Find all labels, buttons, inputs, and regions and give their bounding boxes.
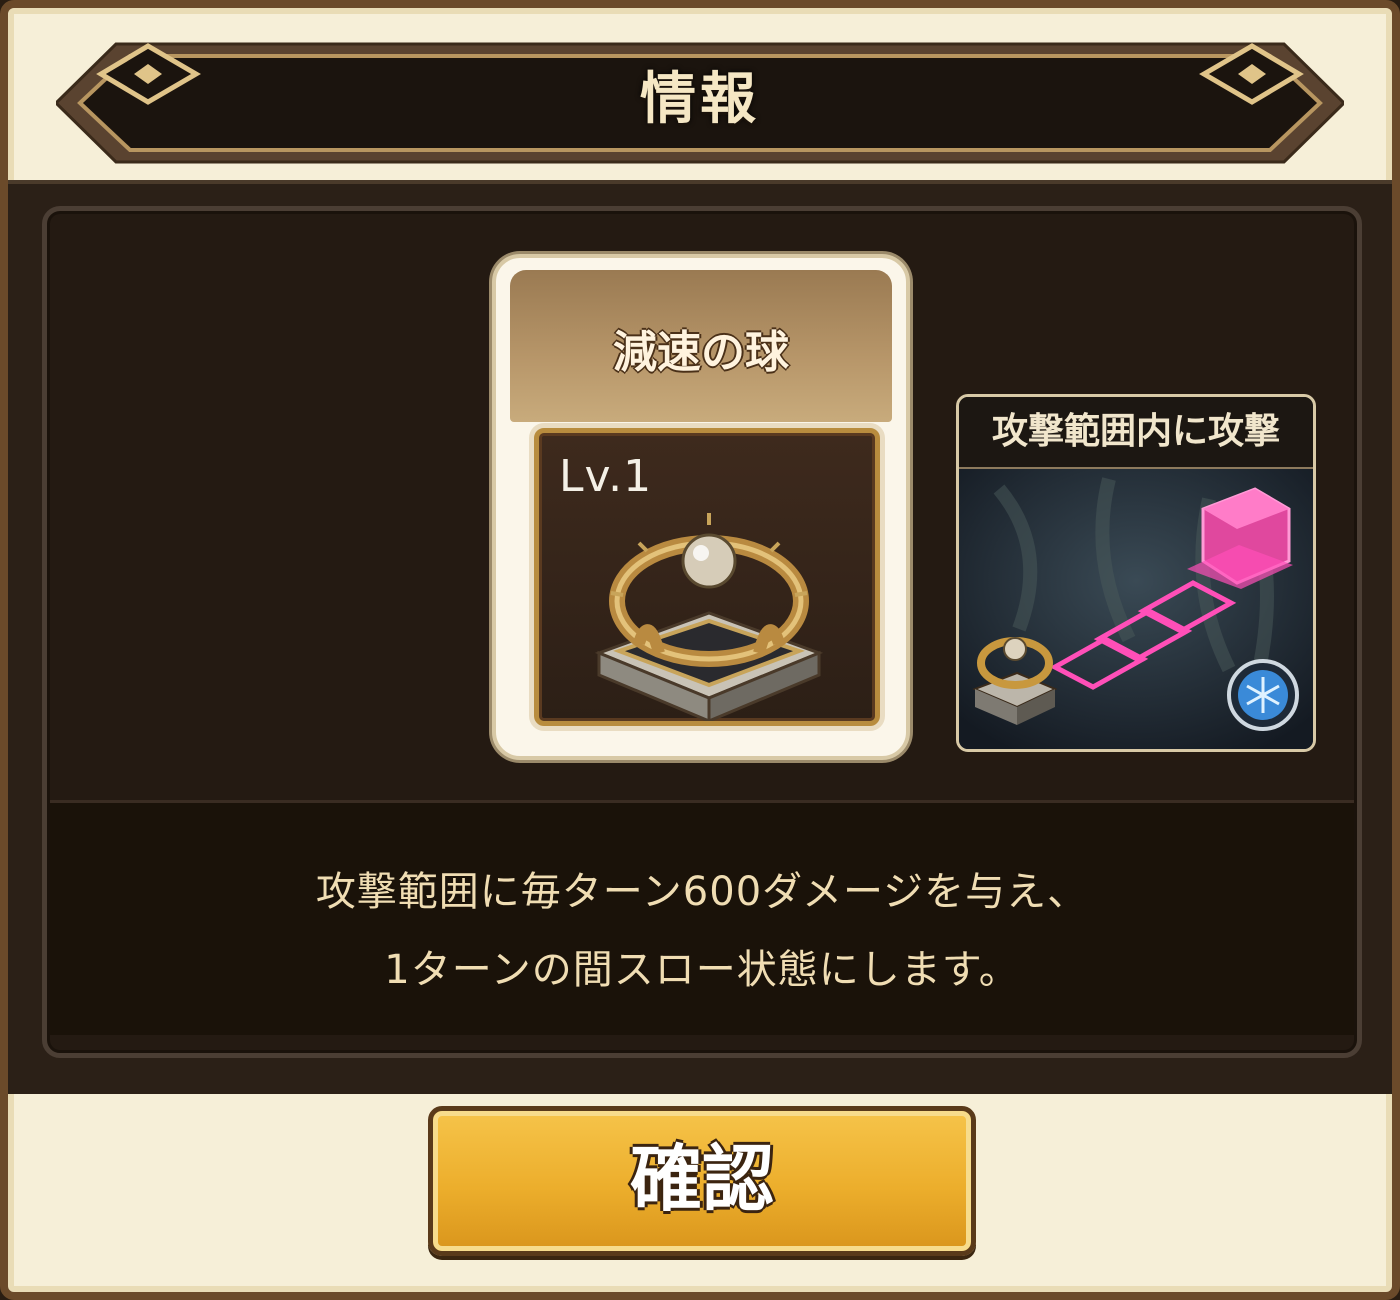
description-box: 攻撃範囲に毎ターン600ダメージを与え、 1ターンの間スロー状態にします。: [50, 800, 1354, 1035]
dialog-title: 情報: [640, 67, 760, 132]
description-line-2: 1ターンの間スロー状態にします。: [384, 947, 1020, 993]
item-card: 減速の球 Lv.1: [492, 254, 910, 760]
snowflake-icon: [1227, 659, 1299, 731]
item-name: 減速の球: [613, 327, 789, 378]
preview-title: 攻撃範囲内に攻撃: [959, 397, 1313, 469]
dialog-header: 情報: [56, 42, 1344, 164]
description-line-1: 攻撃範囲に毎ターン600ダメージを与え、: [315, 869, 1089, 915]
orb-tower-icon: [594, 513, 824, 721]
item-image-frame: Lv.1: [534, 428, 880, 726]
attack-range-illustration: [959, 469, 1313, 749]
confirm-button-label: 確認: [629, 1137, 774, 1221]
item-card-header: 減速の球: [510, 270, 892, 422]
confirm-button[interactable]: 確認: [428, 1106, 976, 1256]
item-level: Lv.1: [559, 451, 653, 502]
attack-range-preview: 攻撃範囲内に攻撃: [956, 394, 1316, 752]
